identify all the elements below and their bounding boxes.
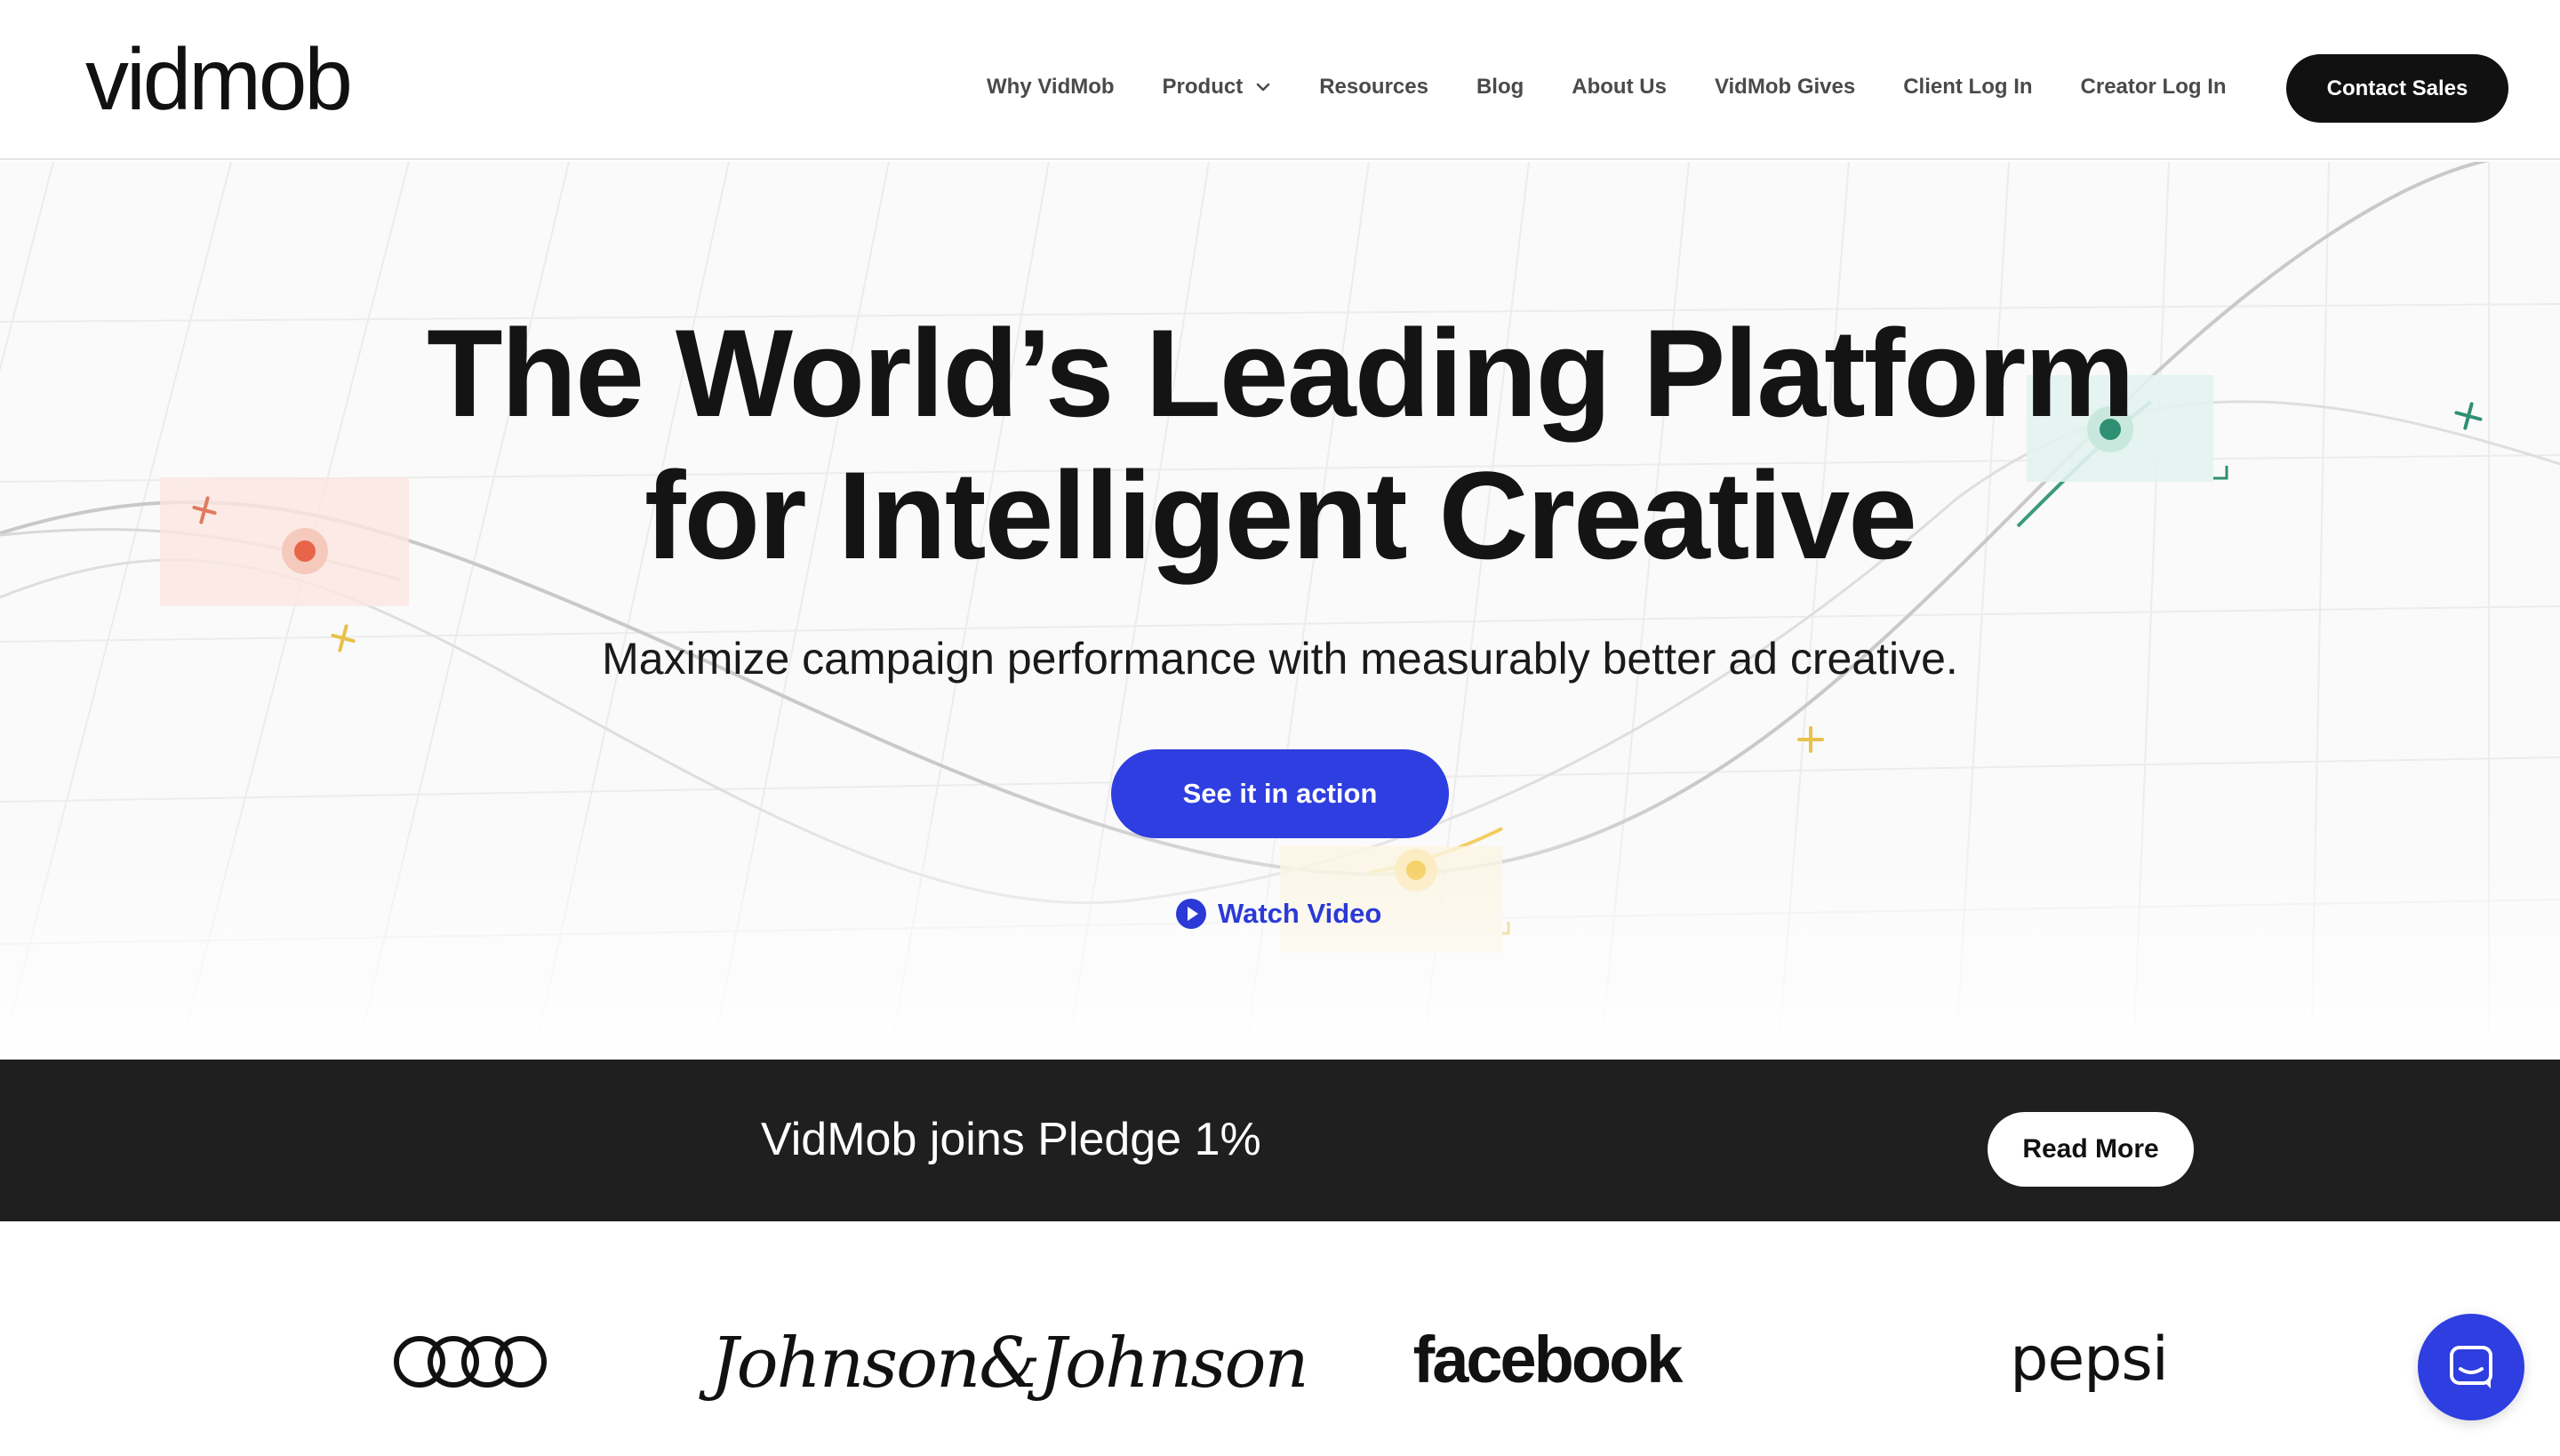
- announcement-banner: VidMob joins Pledge 1% Read More: [0, 1060, 2560, 1221]
- nav-client-log-in[interactable]: Client Log In: [1903, 75, 2032, 100]
- nav-why-vidmob[interactable]: Why VidMob: [987, 75, 1115, 100]
- hero-headline: The World’s Leading Platform for Intelli…: [0, 302, 2560, 587]
- hero-section: The World’s Leading Platform for Intelli…: [0, 162, 2560, 1060]
- nav-resources[interactable]: Resources: [1319, 75, 1428, 100]
- hero-subheadline: Maximize campaign performance with measu…: [602, 634, 1958, 684]
- hero-headline-line-1: The World’s Leading Platform: [427, 303, 2135, 443]
- watch-video-link[interactable]: Watch Video: [1175, 892, 1381, 935]
- see-it-in-action-button[interactable]: See it in action: [1111, 749, 1449, 838]
- audi-rings-logo: [391, 1333, 548, 1390]
- audi-rings-icon: [394, 1336, 547, 1388]
- nav-blog[interactable]: Blog: [1476, 75, 1524, 100]
- nav-product[interactable]: Product: [1163, 75, 1272, 100]
- nav-vidmob-gives[interactable]: VidMob Gives: [1715, 75, 1855, 100]
- johnson-and-johnson-logo: Johnson&Johnson: [710, 1324, 1308, 1404]
- contact-sales-button[interactable]: Contact Sales: [2286, 54, 2508, 123]
- vidmob-logo[interactable]: vidmob: [85, 30, 353, 128]
- hero-headline-line-2: for Intelligent Creative: [644, 445, 1917, 585]
- main-nav: Why VidMob Product Resources Blog About …: [987, 55, 2275, 119]
- chevron-down-icon: [1256, 83, 1270, 92]
- nav-about-us[interactable]: About Us: [1572, 75, 1667, 100]
- client-logos-row: Johnson&Johnson facebook pepsi: [0, 1221, 2560, 1456]
- nav-product-label: Product: [1162, 75, 1244, 99]
- read-more-button[interactable]: Read More: [1988, 1112, 2194, 1187]
- nav-creator-log-in[interactable]: Creator Log In: [2081, 75, 2227, 100]
- watch-video-label: Watch Video: [1218, 898, 1382, 929]
- facebook-logo: facebook: [1412, 1322, 1684, 1396]
- chat-launcher-button[interactable]: [2418, 1314, 2524, 1420]
- site-header: vidmob Why VidMob Product Resources Blog…: [0, 0, 2560, 160]
- pepsi-logo: pepsi: [2010, 1324, 2168, 1395]
- chat-bubble-icon: [2450, 1346, 2492, 1388]
- banner-text: VidMob joins Pledge 1%: [761, 1114, 1261, 1165]
- play-icon: [1176, 899, 1206, 929]
